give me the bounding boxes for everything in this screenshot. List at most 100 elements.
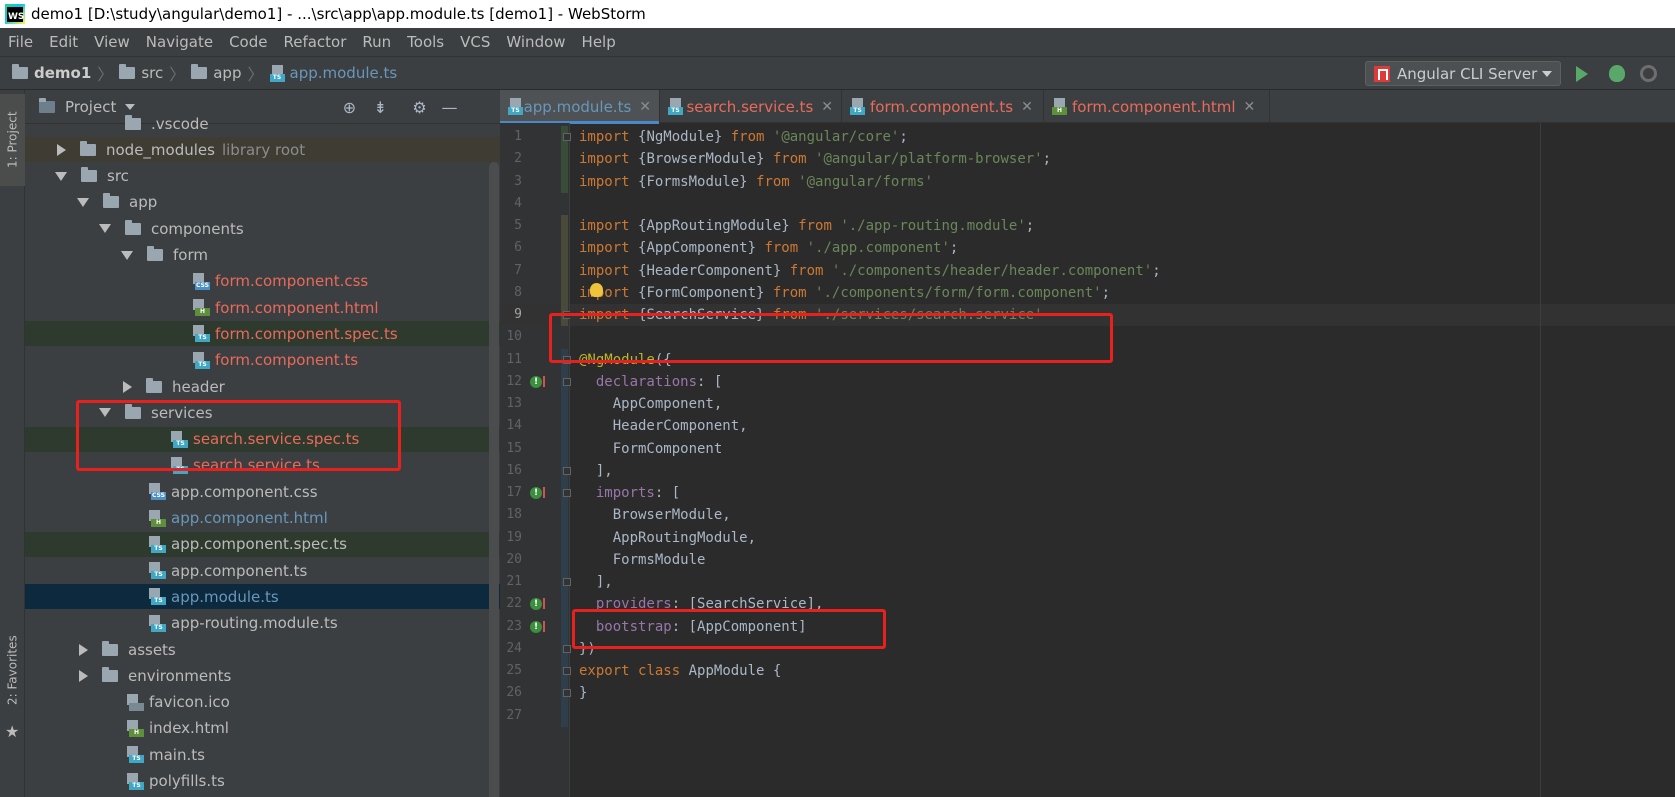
code-line[interactable]: AppComponent, xyxy=(579,393,723,415)
tab-form-component-ts[interactable]: TS form.component.ts ✕ xyxy=(842,90,1044,123)
code-line[interactable]: FormsModule xyxy=(579,549,706,571)
chevron-down-icon[interactable] xyxy=(121,250,133,260)
tab-search-service-ts[interactable]: TS search.service.ts ✕ xyxy=(660,90,842,123)
close-icon[interactable]: ✕ xyxy=(1021,99,1033,115)
code-line[interactable]: imports: [ xyxy=(579,482,680,504)
typescript-file-icon: TS xyxy=(508,98,523,115)
breadcrumb-app[interactable]: app xyxy=(213,64,241,82)
tree-row-polyfills-ts[interactable]: TS polyfills.ts xyxy=(25,769,500,794)
breadcrumb-src[interactable]: src xyxy=(141,64,163,82)
tree-row-app-routing-module-ts[interactable]: TS app-routing.module.ts xyxy=(25,611,500,636)
tree-row--vscode[interactable]: .vscode xyxy=(25,111,500,136)
tab-form-component-html[interactable]: H form.component.html ✕ xyxy=(1044,90,1270,123)
tree-row-app-component-ts[interactable]: TS app.component.ts xyxy=(25,558,500,583)
tab-label: form.component.ts xyxy=(870,97,1014,116)
code-line[interactable]: import {BrowserModule} from '@angular/pl… xyxy=(579,148,1051,170)
breadcrumb-root[interactable]: demo1 xyxy=(34,64,91,82)
tree-row-app-component-html[interactable]: Happ.component.html xyxy=(25,506,500,531)
code-line[interactable]: HeaderComponent, xyxy=(579,415,748,437)
chevron-down-icon[interactable] xyxy=(55,171,67,181)
vcs-change-marker[interactable] xyxy=(561,215,568,327)
menu-tools[interactable]: Tools xyxy=(399,33,452,51)
chevron-right-icon[interactable] xyxy=(79,669,88,682)
line-number: 27 xyxy=(506,707,522,723)
folder-icon xyxy=(125,114,141,130)
project-scrollbar[interactable] xyxy=(489,162,499,797)
line-number: 14 xyxy=(506,418,522,434)
menu-window[interactable]: Window xyxy=(498,33,573,51)
implementation-marker-icon[interactable]: ! xyxy=(530,598,542,611)
code-line[interactable]: import {AppRoutingModule} from './app-ro… xyxy=(579,215,1034,237)
breadcrumb-file[interactable]: app.module.ts xyxy=(290,64,398,82)
editor-gutter[interactable]: 1 2 3 4 5 6 7 8 9 10 11 12 13 14 15 16 17 18 19 20 21 22 23 24 2… xyxy=(500,123,571,797)
implementation-marker-icon[interactable]: ! xyxy=(530,487,542,499)
code-line[interactable]: BrowserModule, xyxy=(579,504,731,526)
debug-icon[interactable] xyxy=(1609,65,1625,82)
tree-row-app-component-spec-ts[interactable]: TS app.component.spec.ts xyxy=(25,531,500,557)
chevron-down-icon[interactable] xyxy=(99,224,111,234)
favorites-tool-tab[interactable]: 2: Favorites xyxy=(0,620,25,720)
code-line[interactable]: declarations: [ xyxy=(579,371,722,393)
tree-row-app-module-ts[interactable]: TS app.module.ts xyxy=(25,584,500,610)
code-line[interactable]: FormComponent xyxy=(579,438,723,460)
menu-view[interactable]: View xyxy=(86,33,138,51)
tree-row-form-component-ts[interactable]: TS form.component.ts xyxy=(25,348,500,373)
chevron-right-icon[interactable] xyxy=(79,643,88,656)
implementation-marker-icon[interactable]: ! xyxy=(530,375,542,388)
code-line[interactable]: } xyxy=(579,682,587,704)
up-arrow-icon xyxy=(543,620,545,632)
code-line[interactable]: export class AppModule { xyxy=(579,660,781,682)
menu-help[interactable]: Help xyxy=(574,33,624,51)
chevron-right-icon[interactable] xyxy=(123,380,132,393)
code-line[interactable]: import {FormsModule} from '@angular/form… xyxy=(579,171,933,193)
code-line[interactable]: AppRoutingModule, xyxy=(579,527,756,549)
tree-row-form-component-html[interactable]: Hform.component.html xyxy=(25,295,500,320)
close-icon[interactable]: ✕ xyxy=(1244,99,1256,115)
tree-row-form-component-css[interactable]: CSS form.component.css xyxy=(25,269,500,294)
tree-row-environments[interactable]: environments xyxy=(25,663,500,688)
menu-refactor[interactable]: Refactor xyxy=(275,33,354,51)
tree-row-src[interactable]: src xyxy=(25,164,500,189)
code-line[interactable]: import {AppComponent} from './app.compon… xyxy=(579,237,958,259)
line-number: 21 xyxy=(506,574,522,589)
project-tool-tab[interactable]: 1: Project xyxy=(0,94,25,186)
run-configuration-select[interactable]: Angular CLI Server xyxy=(1365,61,1561,86)
tab-app-module-ts[interactable]: TS app.module.ts ✕ xyxy=(500,90,660,124)
tree-row-app[interactable]: app xyxy=(25,190,500,215)
menu-file[interactable]: File xyxy=(0,33,41,51)
lightbulb-icon[interactable] xyxy=(590,282,603,297)
code-line[interactable]: import {HeaderComponent} from './compone… xyxy=(579,260,1161,282)
code-line[interactable]: ], xyxy=(579,460,613,482)
code-line[interactable]: import {FormComponent} from './component… xyxy=(579,282,1110,304)
implementation-marker-icon[interactable]: ! xyxy=(530,620,542,633)
line-number: 23 xyxy=(506,618,522,634)
run-with-coverage-icon[interactable] xyxy=(1640,65,1657,82)
line-number: 8 xyxy=(514,284,522,300)
tree-row-index-html[interactable]: Hindex.html xyxy=(25,716,500,741)
menu-edit[interactable]: Edit xyxy=(41,33,86,51)
tree-row-main-ts[interactable]: TS main.ts xyxy=(25,742,500,767)
chevron-down-icon[interactable] xyxy=(125,103,136,110)
menu-run[interactable]: Run xyxy=(354,33,399,51)
code-editor[interactable]: import {NgModule} from '@angular/core'; i… xyxy=(570,123,1675,797)
menu-navigate[interactable]: Navigate xyxy=(138,33,221,51)
tree-row-header[interactable]: header xyxy=(25,374,500,399)
tree-row-app-component-css[interactable]: CSS app.component.css xyxy=(25,479,500,504)
chevron-right-icon[interactable] xyxy=(57,143,66,156)
code-line[interactable]: ], xyxy=(579,571,613,593)
chevron-down-icon xyxy=(1542,70,1552,77)
window-title: demo1 [D:\study\angular\demo1] - ...\src… xyxy=(31,5,646,23)
tree-row-form[interactable]: form xyxy=(25,243,500,268)
tree-row-assets[interactable]: assets xyxy=(25,637,500,662)
menu-vcs[interactable]: VCS xyxy=(452,33,498,51)
run-icon[interactable] xyxy=(1576,66,1588,82)
tree-row-favicon-ico[interactable]: favicon.ico xyxy=(25,690,500,715)
tree-row-components[interactable]: components xyxy=(25,216,500,241)
tree-row-form-component-spec-ts[interactable]: TS form.component.spec.ts xyxy=(25,321,500,347)
code-line[interactable]: import {NgModule} from '@angular/core'; xyxy=(579,126,908,148)
chevron-down-icon[interactable] xyxy=(77,197,89,207)
tree-row-node-modules[interactable]: node_modules library root xyxy=(25,137,500,163)
close-icon[interactable]: ✕ xyxy=(639,99,651,115)
menu-code[interactable]: Code xyxy=(221,33,275,51)
close-icon[interactable]: ✕ xyxy=(821,99,833,115)
